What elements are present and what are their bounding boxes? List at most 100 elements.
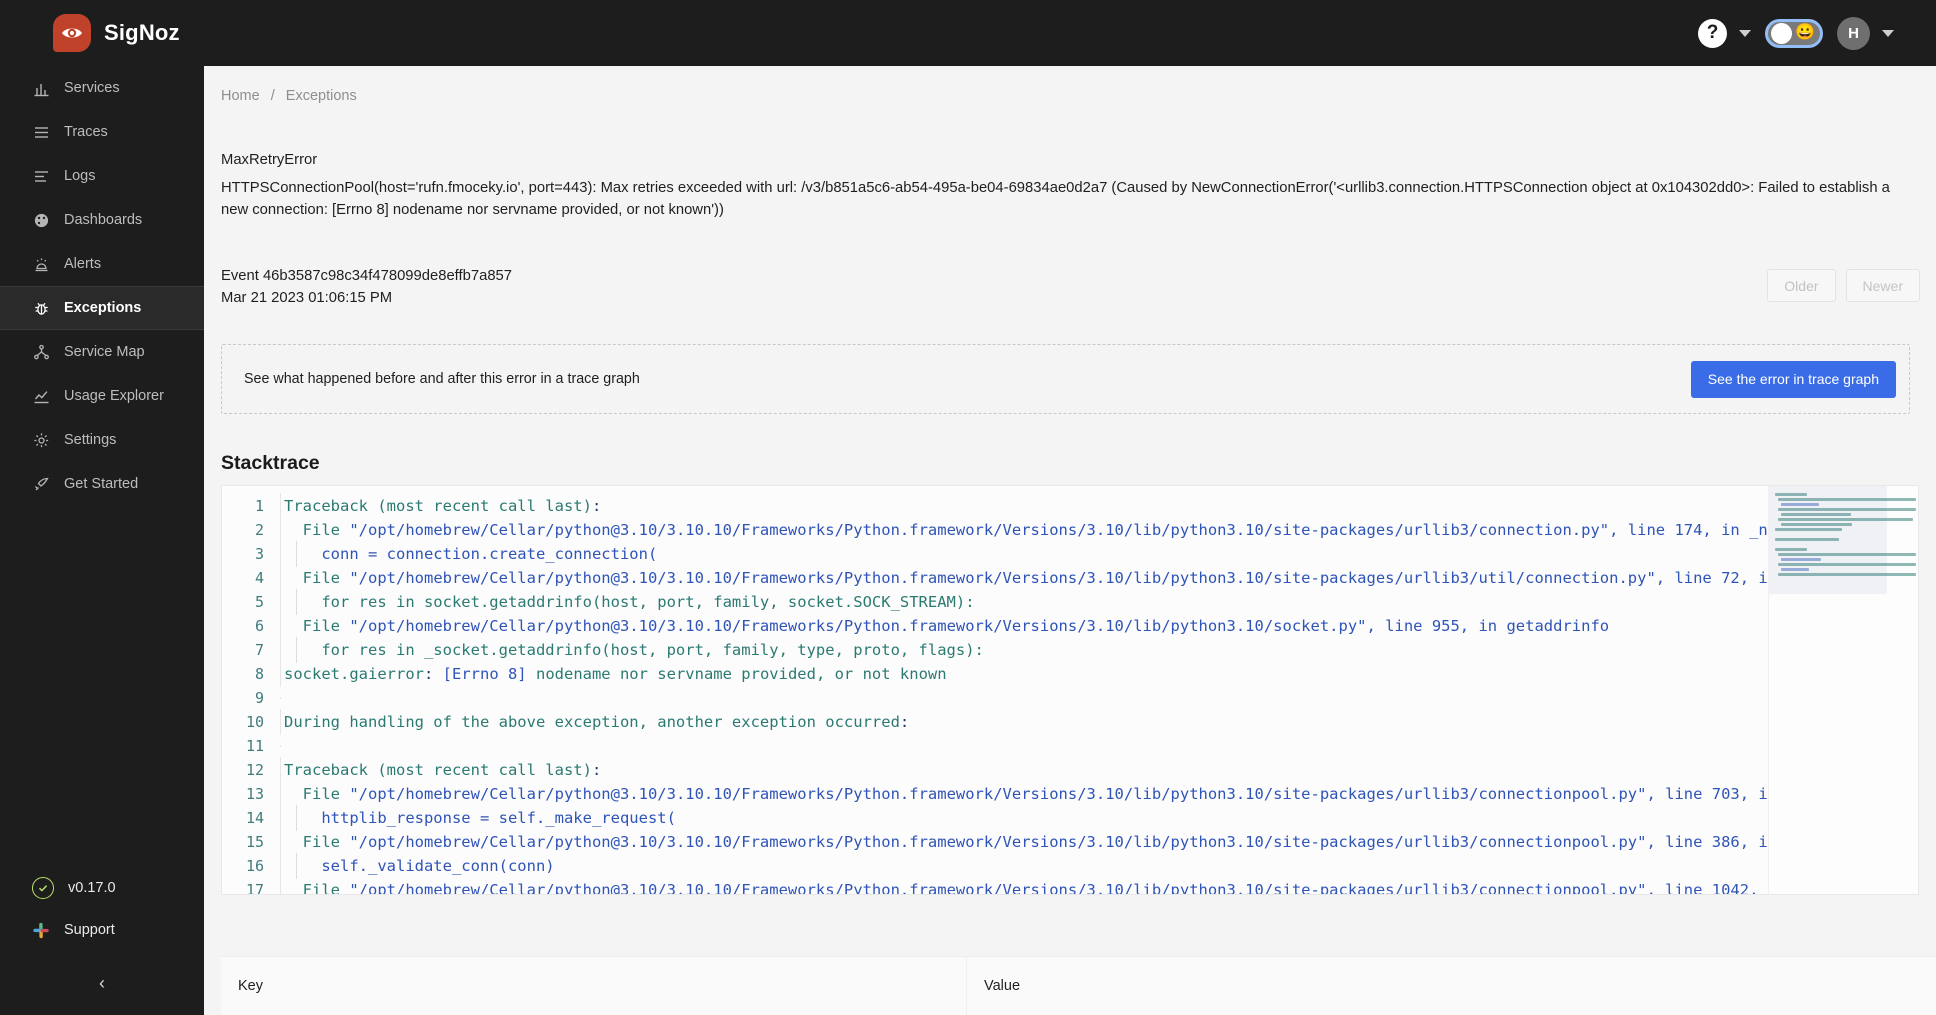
event-row: Event 46b3587c98c34f478099de8effb7a857 M… — [204, 221, 1936, 309]
brand-name: SigNoz — [104, 20, 180, 45]
sidebar-item-dashboards[interactable]: Dashboards — [0, 198, 204, 242]
line-chart-icon — [32, 387, 50, 405]
chevron-down-icon[interactable] — [1739, 29, 1751, 37]
support-link[interactable]: Support — [0, 909, 204, 951]
menu-lines-icon — [32, 123, 50, 141]
code-line-text: for res in _socket.getaddrinfo(host, por… — [280, 637, 984, 663]
newer-button[interactable]: Newer — [1845, 269, 1920, 302]
code-line-text: Traceback (most recent call last): — [280, 493, 601, 519]
check-circle-icon — [32, 877, 54, 899]
sidebar-item-services[interactable]: Services — [0, 66, 204, 110]
code-line-number: 7 — [254, 641, 264, 659]
code-line-number: 16 — [245, 857, 264, 875]
older-button[interactable]: Older — [1767, 269, 1836, 302]
code-line: 10 During handling of the above exception… — [222, 709, 1768, 735]
code-line-number: 17 — [245, 881, 264, 894]
version-label: v0.17.0 — [68, 880, 116, 896]
code-line: 2 File "/opt/homebrew/Cellar/python@3.10… — [222, 517, 1768, 543]
code-line-text: Traceback (most recent call last): — [280, 757, 601, 783]
help-icon[interactable]: ? — [1698, 18, 1727, 48]
sidebar-item-label: Get Started — [64, 476, 139, 492]
trace-graph-banner: See what happened before and after this … — [221, 344, 1910, 414]
sidebar-item-label: Dashboards — [64, 212, 143, 228]
code-line-number: 6 — [254, 617, 264, 635]
code-line-number: 11 — [245, 737, 264, 755]
code-line-number: 1 — [254, 497, 264, 515]
sidebar-item-label: Service Map — [64, 344, 145, 360]
sidebar-item-label: Settings — [64, 432, 117, 448]
code-line-number: 5 — [254, 593, 264, 611]
sidebar-item-settings[interactable]: Settings — [0, 418, 204, 462]
indent-guide — [296, 541, 297, 567]
code-line-number: 14 — [245, 809, 264, 827]
minimap-viewport-slider[interactable] — [1769, 486, 1887, 594]
top-bar-actions: ? 😀 H — [1698, 16, 1908, 50]
code-line-text: for res in socket.getaddrinfo(host, port… — [280, 589, 975, 615]
see-error-in-trace-graph-button[interactable]: See the error in trace graph — [1690, 360, 1896, 398]
code-line: 15 File "/opt/homebrew/Cellar/python@3.1… — [222, 829, 1768, 855]
bar-chart-icon — [32, 79, 50, 97]
code-minimap[interactable] — [1768, 486, 1918, 894]
code-line-number: 8 — [254, 665, 264, 683]
sidebar-item-label: Exceptions — [64, 300, 142, 316]
code-line-text: conn = connection.create_connection( — [280, 541, 657, 567]
event-meta: Event 46b3587c98c34f478099de8effb7a857 M… — [221, 265, 512, 309]
code-line: 6 File "/opt/homebrew/Cellar/python@3.10… — [222, 613, 1768, 639]
code-line: 5 for res in socket.getaddrinfo(host, po… — [222, 589, 1768, 615]
sidebar-item-traces[interactable]: Traces — [0, 110, 204, 154]
sidebar-item-get-started[interactable]: Get Started — [0, 462, 204, 506]
code-line-number: 10 — [245, 713, 264, 731]
code-line: 12 Traceback (most recent call last): — [222, 757, 1768, 783]
indent-guide — [296, 853, 297, 879]
code-line: 9 — [222, 686, 1768, 710]
sidebar-item-service-map[interactable]: Service Map — [0, 330, 204, 374]
sidebar-item-alerts[interactable]: Alerts — [0, 242, 204, 286]
code-line-number: 2 — [254, 521, 264, 539]
code-line: 7 for res in _socket.getaddrinfo(host, p… — [222, 637, 1768, 663]
code-line: 1 Traceback (most recent call last): — [222, 493, 1768, 519]
sidebar-collapse-button[interactable]: ‹ — [0, 951, 204, 1015]
code-line-number: 15 — [245, 833, 264, 851]
code-line-text: httplib_response = self._make_request( — [280, 805, 676, 831]
breadcrumb: Home / Exceptions — [204, 66, 1936, 104]
error-summary: MaxRetryError HTTPSConnectionPool(host='… — [204, 104, 1936, 221]
code-line-text: During handling of the above exception, … — [280, 709, 909, 735]
top-bar: SigNoz ? 😀 H — [0, 0, 1936, 66]
node-graph-icon — [32, 343, 50, 361]
code-scroll-area[interactable]: 1 Traceback (most recent call last): 2 Fil… — [222, 486, 1768, 894]
table-header-row: Key Value — [221, 957, 1936, 1015]
event-id: Event 46b3587c98c34f478099de8effb7a857 — [221, 268, 513, 284]
breadcrumb-home[interactable]: Home — [221, 88, 260, 104]
gear-icon — [32, 431, 50, 449]
bug-icon — [32, 299, 50, 317]
stacktrace-heading: Stacktrace — [221, 452, 320, 474]
main-content: Home / Exceptions MaxRetryError HTTPSCon… — [204, 66, 1936, 1015]
code-line: 14 httplib_response = self._make_request… — [222, 805, 1768, 831]
code-line: 16 self._validate_conn(conn) — [222, 853, 1768, 879]
code-line: 8 socket.gaierror: [Errno 8] nodename nor… — [222, 661, 1768, 687]
signoz-eye-icon — [53, 14, 91, 52]
column-header-key[interactable]: Key — [221, 957, 967, 1015]
code-line: 17 File "/opt/homebrew/Cellar/python@3.1… — [222, 877, 1768, 894]
column-header-value[interactable]: Value — [967, 957, 1936, 1015]
stacktrace-code-block[interactable]: 1 Traceback (most recent call last): 2 Fil… — [221, 485, 1919, 895]
sidebar-item-logs[interactable]: Logs — [0, 154, 204, 198]
code-line-number: 9 — [254, 689, 264, 707]
error-message: HTTPSConnectionPool(host='rufn.fmoceky.i… — [221, 180, 1890, 218]
code-line-number: 12 — [245, 761, 264, 779]
sidebar-item-exceptions[interactable]: Exceptions — [0, 286, 204, 330]
dashboard-gauge-icon — [32, 211, 50, 229]
align-left-icon — [32, 167, 50, 185]
code-line-number: 13 — [245, 785, 264, 803]
brand-logo[interactable]: SigNoz — [53, 14, 180, 52]
avatar[interactable]: H — [1837, 16, 1870, 50]
toggle-knob — [1771, 22, 1792, 44]
sidebar-item-usage-explorer[interactable]: Usage Explorer — [0, 374, 204, 418]
sidebar: Services Traces Logs Dashboards Alerts E… — [0, 66, 204, 1015]
rocket-icon — [32, 475, 50, 493]
code-line-text: File "/opt/homebrew/Cellar/python@3.10/3… — [280, 877, 1768, 894]
theme-toggle[interactable]: 😀 — [1765, 18, 1823, 48]
chevron-down-icon[interactable] — [1882, 29, 1894, 37]
breadcrumb-current[interactable]: Exceptions — [286, 88, 357, 104]
